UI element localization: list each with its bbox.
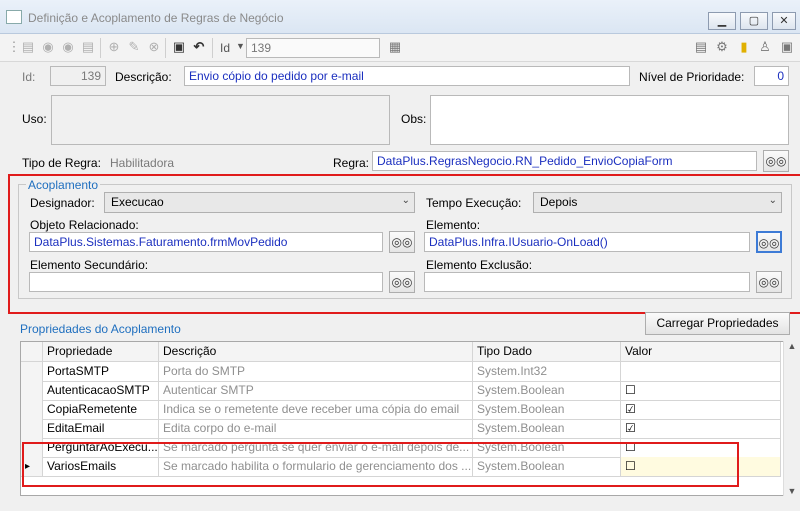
id-field[interactable]: 139: [50, 66, 106, 86]
cell-valor[interactable]: ☐: [621, 381, 781, 401]
obs-field[interactable]: [430, 95, 789, 145]
secundario-label: Elemento Secundário:: [30, 258, 149, 272]
uso-label: Uso:: [22, 112, 47, 126]
window-icon[interactable]: ▣: [779, 39, 795, 55]
row-header-corner: [21, 342, 43, 362]
tipo-value: Habilitadora: [110, 156, 175, 170]
grid-scrollbar[interactable]: ▲ ▼: [783, 341, 800, 496]
tempo-label: Tempo Execução:: [426, 196, 522, 210]
cell-tipo: System.Boolean: [473, 381, 621, 401]
next-record-icon[interactable]: ◉: [60, 39, 76, 55]
row-selector[interactable]: [21, 400, 43, 420]
objeto-field[interactable]: DataPlus.Sistemas.Faturamento.frmMovPedi…: [29, 232, 383, 252]
descricao-label: Descrição:: [115, 70, 172, 84]
obs-label: Obs:: [401, 112, 427, 126]
prioridade-field[interactable]: 0: [754, 66, 789, 86]
scroll-down-icon[interactable]: ▼: [784, 486, 800, 496]
toolbar-id-label: Id: [220, 41, 231, 55]
window-title: Definição e Acoplamento de Regras de Neg…: [28, 11, 284, 25]
scroll-up-icon[interactable]: ▲: [784, 341, 800, 351]
previous-record-icon[interactable]: ◉: [40, 39, 56, 55]
cell-prop: AutenticacaoSMTP: [43, 381, 159, 401]
row-selector[interactable]: [21, 362, 43, 382]
save-icon[interactable]: ▣: [171, 39, 187, 55]
search-record-icon[interactable]: ▦: [387, 39, 403, 55]
cell-desc: Autenticar SMTP: [159, 381, 473, 401]
cell-prop: CopiaRemetente: [43, 400, 159, 420]
objeto-label: Objeto Relacionado:: [30, 218, 139, 232]
regra-label: Regra:: [333, 156, 370, 170]
designador-select[interactable]: Execucao ⌄: [104, 192, 415, 213]
exclusao-lookup-binoculars-icon[interactable]: ◎◎: [756, 271, 782, 293]
regra-field[interactable]: DataPlus.RegrasNegocio.RN_Pedido_EnvioCo…: [372, 151, 757, 171]
cell-tipo: System.Int32: [473, 362, 621, 382]
minimize-button[interactable]: ▁: [708, 12, 736, 30]
cell-tipo: System.Boolean: [473, 400, 621, 420]
cell-desc: Indica se o remetente deve receber uma c…: [159, 400, 473, 420]
elemento-lookup-binoculars-icon[interactable]: ◎◎: [756, 231, 782, 253]
close-button[interactable]: ✕: [772, 12, 796, 30]
designador-label: Designador:: [30, 196, 95, 210]
toolbar-separator: [165, 38, 166, 58]
user-icon[interactable]: ♙: [757, 39, 773, 55]
toolbar-separator: [100, 38, 101, 58]
prioridade-label: Nível de Prioridade:: [639, 70, 745, 84]
cell-prop: EditaEmail: [43, 419, 159, 439]
id-label: Id:: [22, 70, 36, 84]
column-header-valor[interactable]: Valor: [621, 342, 781, 362]
column-header-descricao[interactable]: Descrição: [159, 342, 473, 362]
secundario-lookup-binoculars-icon[interactable]: ◎◎: [389, 271, 415, 293]
edit-icon[interactable]: ✎: [126, 39, 142, 55]
undo-icon[interactable]: ↶: [191, 39, 207, 55]
descricao-field[interactable]: Envio cópio do pedido por e-mail: [184, 66, 630, 86]
designador-value: Execucao: [111, 195, 164, 209]
chevron-down-icon: ⌄: [401, 195, 410, 206]
new-icon[interactable]: ⊕: [106, 39, 122, 55]
exclusao-label: Elemento Exclusão:: [426, 258, 533, 272]
tempo-value: Depois: [540, 195, 578, 209]
cell-desc: Porta do SMTP: [159, 362, 473, 382]
cell-valor[interactable]: ☑: [621, 400, 781, 420]
column-header-propriedade[interactable]: Propriedade: [43, 342, 159, 362]
uso-field[interactable]: [51, 95, 390, 145]
exclusao-field[interactable]: [424, 272, 750, 292]
last-record-icon[interactable]: ▤: [80, 39, 96, 55]
cell-desc: Edita corpo do e-mail: [159, 419, 473, 439]
tools-icon[interactable]: ⚙: [714, 39, 730, 55]
tempo-select[interactable]: Depois ⌄: [533, 192, 782, 213]
secundario-field[interactable]: [29, 272, 383, 292]
cell-valor[interactable]: [621, 362, 781, 382]
column-header-tipo[interactable]: Tipo Dado: [473, 342, 621, 362]
tipo-label: Tipo de Regra:: [22, 156, 101, 170]
maximize-button[interactable]: ▢: [740, 12, 768, 30]
list-icon[interactable]: ▤: [693, 39, 709, 55]
elemento-field[interactable]: DataPlus.Infra.IUsuario-OnLoad(): [424, 232, 750, 252]
toolbar-id-input[interactable]: 139: [246, 38, 380, 58]
toolbar-separator: [212, 38, 213, 58]
chevron-down-icon: ⌄: [768, 195, 777, 206]
carregar-propriedades-button[interactable]: Carregar Propriedades: [645, 312, 790, 335]
delete-icon[interactable]: ⊗: [146, 39, 162, 55]
row-selector[interactable]: [21, 419, 43, 439]
note-icon[interactable]: ▮: [736, 39, 752, 55]
propriedades-title: Propriedades do Acoplamento: [20, 322, 181, 336]
cell-tipo: System.Boolean: [473, 419, 621, 439]
elemento-label: Elemento:: [426, 218, 481, 232]
cell-prop: PortaSMTP: [43, 362, 159, 382]
app-icon: [6, 10, 22, 24]
row-selector[interactable]: [21, 381, 43, 401]
cell-valor[interactable]: ☑: [621, 419, 781, 439]
objeto-lookup-binoculars-icon[interactable]: ◎◎: [389, 231, 415, 253]
regra-lookup-binoculars-icon[interactable]: ◎◎: [763, 150, 789, 172]
first-record-icon[interactable]: ▤: [20, 39, 36, 55]
chevron-down-icon[interactable]: ▼: [236, 41, 245, 51]
acoplamento-title: Acoplamento: [26, 178, 101, 192]
rows-highlight: [22, 442, 739, 487]
